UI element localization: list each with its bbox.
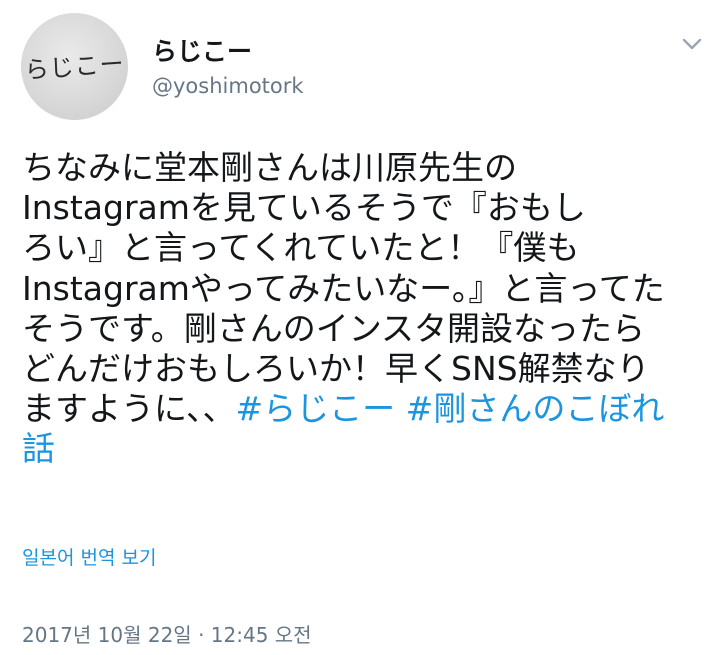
- tweet-text-segment: ますように、、: [22, 389, 236, 429]
- tweet-text-line: そうです。剛さんのインスタ開設なったら: [22, 308, 646, 348]
- avatar[interactable]: らじこー: [21, 13, 128, 120]
- tweet-text-line: どんだけおもしろいか！早くSNS解禁なり: [22, 349, 650, 389]
- avatar-handwritten-text: らじこー: [23, 49, 126, 85]
- hashtag-tsuyoshi-kobore-cont[interactable]: 話: [22, 429, 55, 468]
- user-handle[interactable]: @yoshimotork: [152, 74, 304, 98]
- hashtag-rajiko[interactable]: #らじこー: [236, 389, 396, 428]
- tweet-text-line: ますように、、#らじこー #剛さんのこぼれ: [22, 389, 712, 429]
- tweet-text-line: Instagramを見ているそうで『おもし: [22, 188, 586, 228]
- tweet-card: らじこー らじこー @yoshimotork ちなみに堂本剛さんは川原先生の I…: [0, 0, 720, 655]
- tweet-text-line: Instagramやってみたいなー。』と言ってた: [22, 268, 665, 308]
- translate-link[interactable]: 일본어 번역 보기: [22, 543, 156, 570]
- tweet-text: ちなみに堂本剛さんは川原先生の Instagramを見ているそうで『おもし ろい…: [22, 148, 712, 470]
- tweet-text-line: 話: [22, 429, 712, 469]
- tweet-text-line: ろい』と言ってくれていたと！『僕も: [22, 228, 580, 268]
- tweet-text-line: ちなみに堂本剛さんは川原先生の: [22, 148, 517, 187]
- chevron-down-icon[interactable]: [676, 30, 708, 58]
- hashtag-tsuyoshi-kobore[interactable]: #剛さんのこぼれ: [406, 389, 665, 428]
- display-name[interactable]: らじこー: [152, 32, 252, 68]
- tweet-timestamp[interactable]: 2017년 10월 22일 · 12:45 오전: [22, 619, 312, 648]
